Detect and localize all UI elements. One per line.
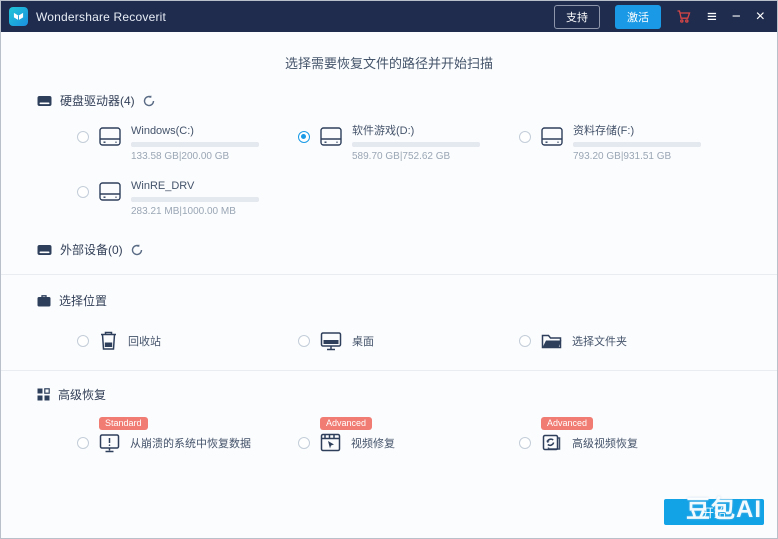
location-item-desktop[interactable]: 桌面 (298, 330, 519, 351)
close-icon[interactable]: × (756, 8, 765, 25)
location-item-recycle-bin[interactable]: 回收站 (77, 330, 298, 351)
cart-icon[interactable] (676, 9, 692, 24)
drive-capacity: 793.20 GB|931.51 GB (573, 151, 672, 162)
radio-button[interactable] (519, 131, 531, 143)
refresh-drives-icon[interactable] (143, 94, 155, 107)
app-window: Wondershare Recoverit 支持 激活 ≡ − × 选择需要恢复… (0, 0, 778, 539)
advanced-video-recovery-icon (541, 433, 562, 452)
drive-name: Windows(C:) (131, 125, 194, 137)
menu-icon[interactable]: ≡ (707, 8, 717, 25)
location-item-select-folder[interactable]: 选择文件夹 (519, 330, 740, 351)
advanced-badge: Advanced (541, 417, 594, 430)
start-button[interactable]: 开始 (664, 499, 764, 525)
drive-item-windows-c[interactable]: Windows(C:) 133.58 GB|200.00 GB (77, 124, 298, 162)
section-label: 外部设备(0) (60, 243, 123, 257)
minimize-icon[interactable]: − (732, 9, 741, 24)
drive-item-software-games-d[interactable]: 软件游戏(D:) 589.70 GB|752.62 GB (298, 124, 519, 162)
section-external-devices: 外部设备(0) (37, 241, 777, 258)
advanced-item-video-repair[interactable]: Advanced 视频修复 (298, 413, 519, 453)
radio-button[interactable] (77, 437, 89, 449)
page-title: 选择需要恢复文件的路径并开始扫描 (284, 56, 493, 71)
radio-button[interactable] (519, 334, 531, 347)
section-label: 高级恢复 (58, 388, 107, 402)
section-divider (1, 370, 777, 371)
advanced-label: 视频修复 (351, 437, 395, 450)
capacity-bar (352, 142, 480, 147)
advanced-label: 高级视频恢复 (572, 437, 638, 450)
drive-icon (319, 126, 343, 147)
locations-grid: 回收站 桌面 选择文件夹 (77, 330, 777, 351)
drive-item-data-storage-f[interactable]: 资料存储(F:) 793.20 GB|931.51 GB (519, 124, 740, 162)
recycle-bin-icon (99, 330, 118, 351)
radio-button[interactable] (298, 131, 310, 143)
section-label: 硬盘驱动器(4) (60, 94, 135, 108)
crashed-system-icon (99, 433, 120, 453)
radio-button[interactable] (77, 131, 89, 143)
advanced-grid: Standard 从崩溃的系统中恢复数据 Advanced 视频修复 Advan… (77, 413, 777, 453)
drive-capacity: 133.58 GB|200.00 GB (131, 151, 230, 162)
external-device-icon (37, 244, 52, 256)
drives-grid: Windows(C:) 133.58 GB|200.00 GB 软件游戏(D:)… (77, 124, 777, 217)
folder-icon (541, 331, 562, 350)
app-title: Wondershare Recoverit (36, 9, 167, 24)
radio-button[interactable] (519, 436, 531, 449)
section-select-location: 选择位置 (37, 292, 777, 309)
capacity-bar (131, 142, 259, 147)
drive-capacity: 589.70 GB|752.62 GB (352, 151, 451, 162)
wondershare-logo-icon (9, 7, 28, 26)
grid-icon (37, 388, 50, 401)
location-label: 选择文件夹 (572, 335, 627, 348)
drive-name: 资料存储(F:) (573, 125, 635, 137)
advanced-item-advanced-video[interactable]: Advanced 高级视频恢复 (519, 413, 740, 453)
advanced-label: 从崩溃的系统中恢复数据 (130, 438, 251, 450)
briefcase-icon (37, 294, 51, 307)
radio-button[interactable] (77, 334, 89, 347)
capacity-bar (573, 142, 701, 147)
titlebar: Wondershare Recoverit 支持 激活 ≡ − × (1, 1, 777, 32)
drive-name: 软件游戏(D:) (352, 125, 415, 137)
section-label: 选择位置 (59, 294, 108, 308)
location-label: 桌面 (352, 335, 374, 348)
refresh-external-icon[interactable] (131, 243, 143, 256)
drive-icon (98, 126, 122, 147)
drive-capacity: 283.21 MB|1000.00 MB (131, 206, 236, 217)
drive-icon (540, 126, 564, 147)
radio-button[interactable] (298, 334, 310, 347)
hard-drive-icon (37, 95, 52, 107)
drive-name: WinRE_DRV (131, 180, 195, 192)
radio-button[interactable] (298, 436, 310, 449)
section-advanced-recovery: 高级恢复 (37, 386, 777, 403)
location-label: 回收站 (128, 335, 161, 348)
capacity-bar (131, 197, 259, 202)
section-hard-drives: 硬盘驱动器(4) (37, 92, 777, 109)
activate-button[interactable]: 激活 (614, 4, 661, 29)
section-divider (1, 274, 777, 275)
standard-badge: Standard (99, 417, 148, 430)
radio-button[interactable] (77, 186, 89, 198)
drive-icon (98, 181, 122, 202)
desktop-icon (320, 331, 342, 351)
advanced-badge: Advanced (320, 417, 373, 430)
advanced-item-crashed-system[interactable]: Standard 从崩溃的系统中恢复数据 (77, 413, 298, 453)
support-button[interactable]: 支持 (553, 4, 600, 29)
drive-item-winre-drv[interactable]: WinRE_DRV 283.21 MB|1000.00 MB (77, 179, 298, 217)
video-repair-icon (320, 433, 341, 452)
